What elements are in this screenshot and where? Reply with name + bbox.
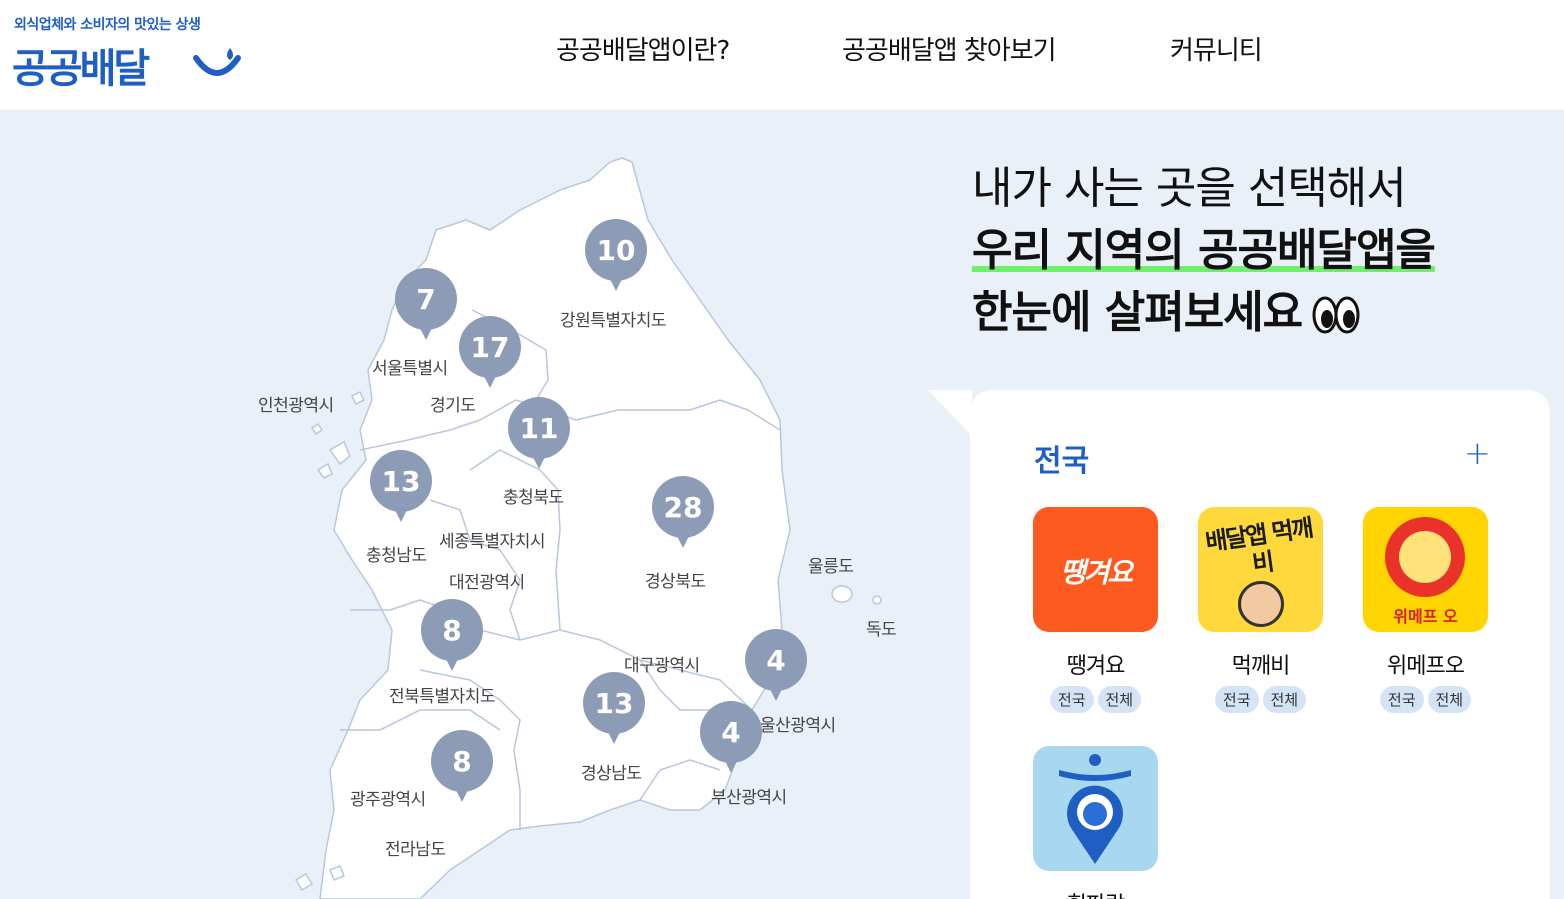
nav-find-apps[interactable]: 공공배달앱 찾아보기	[842, 30, 1057, 67]
tag-region: 전국	[1214, 686, 1259, 713]
region-sejong[interactable]: 세종특별자치시	[439, 527, 545, 552]
tag-scope: 전체	[1262, 686, 1307, 713]
pin-gangwon[interactable]: 10	[585, 219, 647, 291]
hwiparam-app-icon	[1033, 746, 1158, 871]
app-card-ddangyo[interactable]: 땡겨요 땡겨요 전국 전체	[1033, 507, 1158, 713]
headline-line-1: 내가 사는 곳을 선택해서	[972, 163, 1407, 214]
logo-tagline: 외식업체와 소비자의 맛있는 상생	[14, 17, 201, 33]
app-card-wemakeprice-o[interactable]: 위메프 오 위메프오 전국 전체	[1363, 507, 1488, 713]
region-chungbuk[interactable]: 충청북도	[503, 483, 564, 508]
region-gyeonggi[interactable]: 경기도	[430, 391, 476, 416]
logo-brand: 공공배달	[12, 46, 150, 92]
region-incheon[interactable]: 인천광역시	[258, 391, 334, 416]
app-name: 위메프오	[1387, 654, 1465, 679]
pin-chungbuk[interactable]: 11	[508, 397, 570, 469]
headline-line-2: 우리 지역의 공공배달앱을	[972, 225, 1436, 276]
region-daejeon[interactable]: 대전광역시	[449, 568, 525, 593]
pin-gyeonggi[interactable]: 17	[459, 316, 521, 388]
region-ulleungdo[interactable]: 울릉도	[808, 552, 854, 577]
site-logo[interactable]: 외식업체와 소비자의 맛있는 상생 공공배달	[12, 14, 241, 92]
region-gyeongbuk[interactable]: 경상북도	[645, 567, 706, 592]
tag-scope: 전체	[1097, 686, 1142, 713]
region-jeonnam[interactable]: 전라남도	[385, 835, 446, 860]
expand-plus-icon[interactable]: +	[1464, 434, 1491, 472]
tag-scope: 전체	[1427, 686, 1472, 713]
ddangyo-app-icon: 땡겨요	[1033, 507, 1158, 632]
region-seoul[interactable]: 서울특별시	[372, 354, 448, 379]
panel-pointer	[928, 390, 972, 436]
eyes-icon	[1312, 296, 1360, 334]
region-jeonbuk[interactable]: 전북특별자치도	[389, 682, 495, 707]
meokkaebi-app-icon: 배달앱 먹깨비	[1198, 507, 1323, 632]
pin-busan[interactable]: 4	[700, 701, 762, 773]
region-dokdo[interactable]: 독도	[866, 615, 897, 640]
hwiparam-logo-icon	[1059, 754, 1131, 864]
pin-ulsan[interactable]: 4	[745, 629, 807, 701]
headline: 내가 사는 곳을 선택해서 우리 지역의 공공배달앱을 한눈에 살펴보세요	[972, 158, 1436, 344]
nav-community[interactable]: 커뮤니티	[1170, 30, 1263, 67]
pin-gyeongbuk[interactable]: 28	[652, 476, 714, 548]
pin-chungnam[interactable]: 13	[370, 450, 432, 522]
region-daegu[interactable]: 대구광역시	[624, 651, 700, 676]
app-name: 먹깨비	[1231, 654, 1291, 679]
region-ulsan[interactable]: 울산광역시	[760, 711, 836, 736]
pin-gwangju[interactable]: 8	[431, 730, 493, 802]
app-card-meokkaebi[interactable]: 배달앱 먹깨비 먹깨비 전국 전체	[1198, 507, 1323, 713]
app-list-panel: 전국 + 땡겨요 땡겨요 전국 전체 배달앱 먹깨비 먹깨비 전국 전체 위메프…	[970, 390, 1550, 899]
nav-about[interactable]: 공공배달앱이란?	[556, 30, 730, 67]
pin-jeonbuk[interactable]: 8	[421, 599, 483, 671]
headline-line-3: 한눈에 살펴보세요	[972, 287, 1303, 338]
tag-region: 전국	[1379, 686, 1424, 713]
korea-map: 강원특별자치도 서울특별시 경기도 인천광역시 충청북도 충청남도 세종특별자치…	[0, 110, 960, 899]
selected-region-title: 전국	[1034, 444, 1090, 479]
pin-gyeongnam[interactable]: 13	[583, 672, 645, 744]
region-chungnam[interactable]: 충청남도	[366, 541, 427, 566]
tag-region: 전국	[1049, 686, 1094, 713]
region-gwangju[interactable]: 광주광역시	[350, 785, 426, 810]
region-gangwon[interactable]: 강원특별자치도	[560, 306, 666, 331]
region-gyeongnam[interactable]: 경상남도	[581, 759, 642, 784]
wemakeprice-app-icon: 위메프 오	[1363, 507, 1488, 632]
pin-seoul[interactable]: 7	[395, 268, 457, 340]
app-name: 땡겨요	[1066, 654, 1126, 679]
smile-icon	[193, 48, 241, 76]
app-name: 휘파람	[1033, 887, 1158, 899]
app-card-hwiparam[interactable]: 휘파람	[1033, 746, 1158, 899]
header: 외식업체와 소비자의 맛있는 상생 공공배달 공공배달앱이란? 공공배달앱 찾아…	[0, 0, 1564, 110]
region-busan[interactable]: 부산광역시	[711, 783, 787, 808]
